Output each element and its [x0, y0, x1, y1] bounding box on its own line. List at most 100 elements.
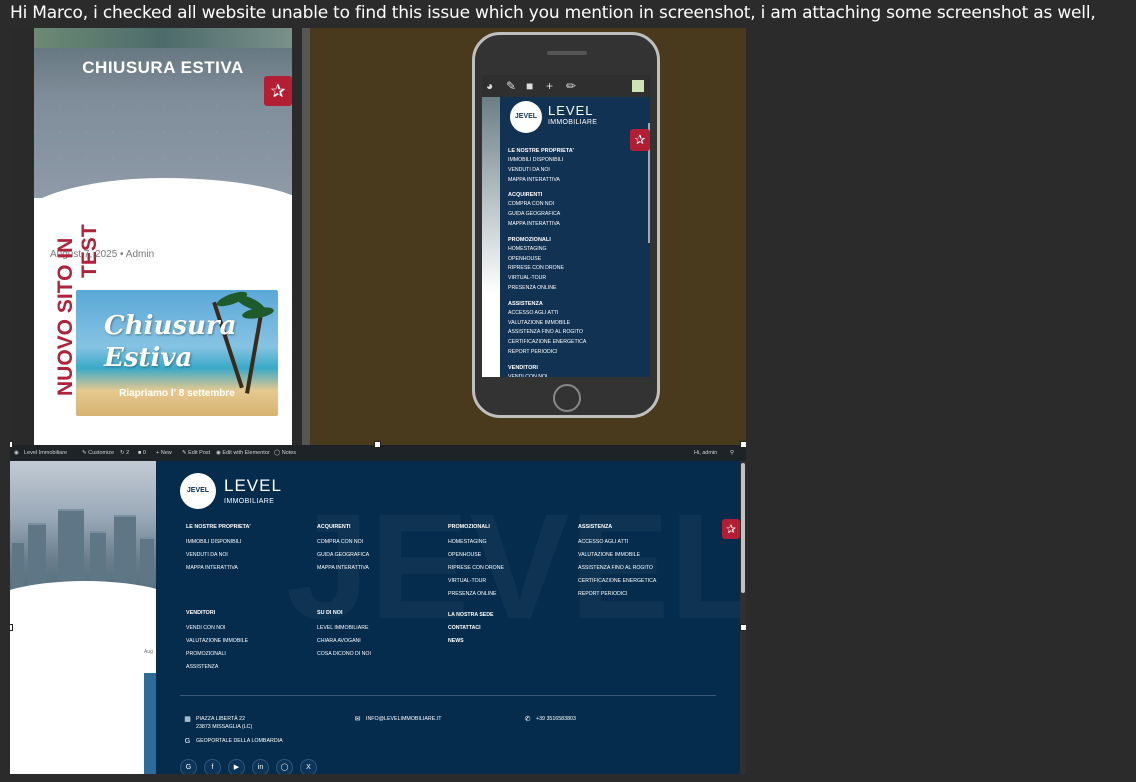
- hero-skyline: [34, 28, 292, 48]
- instagram-icon[interactable]: ◯: [276, 759, 293, 774]
- linkedin-icon[interactable]: in: [252, 759, 269, 774]
- avatar[interactable]: [632, 80, 644, 92]
- menu-item[interactable]: GUIDA GEOGRAFICA: [317, 549, 447, 562]
- comments-link[interactable]: ■ 0: [138, 450, 146, 456]
- menu-item[interactable]: VALUTAZIONE IMMOBILE: [578, 549, 708, 562]
- brush-icon[interactable]: ✎: [506, 79, 516, 93]
- accessibility-icon: ✰: [270, 81, 286, 101]
- menu-item[interactable]: MAPPA INTERATTIVA: [508, 220, 648, 230]
- edit-elementor-link[interactable]: ◉ Edit with Elementor: [216, 450, 270, 456]
- logo[interactable]: JEVEL: [180, 473, 216, 509]
- menu-item[interactable]: LA NOSTRA SEDE: [448, 609, 578, 622]
- wordpress-icon[interactable]: ◉: [14, 450, 19, 456]
- menu-item[interactable]: VALUTAZIONE IMMOBILE: [186, 635, 316, 648]
- resize-handle[interactable]: [10, 624, 13, 631]
- dashboard-icon[interactable]: ◕: [486, 79, 493, 93]
- facebook-icon[interactable]: f: [204, 759, 221, 774]
- menu-item[interactable]: CONTATTACI: [448, 622, 578, 635]
- edit-icon[interactable]: ✏: [566, 79, 576, 93]
- menu-column-heading: ASSISTENZA: [578, 524, 613, 530]
- menu-item[interactable]: IMMOBILI DISPONIBILI: [508, 156, 648, 166]
- youtube-icon[interactable]: ▶: [228, 759, 245, 774]
- logo[interactable]: JEVEL: [510, 101, 542, 133]
- featured-image[interactable]: Chiusura Estiva Riapriamo l' 8 settembre: [76, 290, 278, 416]
- building-icon: ▦: [184, 716, 191, 723]
- menu-item[interactable]: PRESENZA ONLINE: [508, 284, 648, 294]
- menu-item[interactable]: VIRTUAL-TOUR: [508, 274, 648, 284]
- menu-item[interactable]: PRESENZA ONLINE: [448, 588, 578, 601]
- menu-item[interactable]: IMMOBILI DISPONIBILI: [186, 536, 316, 549]
- menu-item[interactable]: COSA DICONO DI NOI: [317, 648, 447, 661]
- updates-link[interactable]: ↻ 2: [120, 450, 129, 456]
- attached-screenshot: CHIUSURA ESTIVA ✰ August 7, 2025 • Admin…: [10, 28, 746, 774]
- edit-post-link[interactable]: ✎ Edit Post: [182, 450, 210, 456]
- search-icon[interactable]: ⚲: [730, 450, 734, 456]
- menu-group-heading: ACQUIRENTI: [508, 192, 543, 199]
- desktop-menu-overlay: JEVEL JEVEL LEVEL IMMOBILIARE ✰ LE NOSTR…: [156, 461, 740, 774]
- email[interactable]: ✉ INFO@LEVELIMMOBILIARE.IT: [354, 715, 442, 723]
- menu-item[interactable]: MAPPA INTERATTIVA: [186, 562, 316, 575]
- featured-image-title: Chiusura Estiva: [104, 311, 237, 373]
- brand-name: LEVEL IMMOBILIARE: [224, 476, 282, 505]
- menu-item[interactable]: CERTIFICAZIONE ENERGETICA: [508, 338, 648, 348]
- menu-item[interactable]: GUIDA GEOGRAFICA: [508, 210, 648, 220]
- menu-item[interactable]: CERTIFICAZIONE ENERGETICA: [578, 575, 708, 588]
- menu-item[interactable]: HOMESTAGING: [448, 536, 578, 549]
- menu-item[interactable]: VENDUTI DA NOI: [186, 549, 316, 562]
- menu-item[interactable]: VIRTUAL-TOUR: [448, 575, 578, 588]
- mobile-menu-list: LE NOSTRE PROPRIETA' IMMOBILI DISPONIBILI…: [508, 141, 648, 377]
- menu-item[interactable]: VENDI CON NOI: [186, 622, 316, 635]
- divider: [180, 695, 716, 696]
- phone-icon: ✆: [524, 716, 531, 723]
- user-greeting[interactable]: Hi, admin: [694, 450, 717, 456]
- menu-item[interactable]: COMPRA CON NOI: [508, 200, 648, 210]
- add-icon[interactable]: +: [546, 79, 553, 93]
- x-icon[interactable]: X: [300, 759, 317, 774]
- menu-item[interactable]: VALUTAZIONE IMMOBILE: [508, 319, 648, 329]
- resize-handle[interactable]: [374, 441, 381, 448]
- menu-item[interactable]: ACCESSO AGLI ATTI: [508, 309, 648, 319]
- resize-handle[interactable]: [740, 441, 746, 448]
- menu-item[interactable]: REPORT PERIODICI: [578, 588, 708, 601]
- mobile-screenshots-panel: CHIUSURA ESTIVA ✰ August 7, 2025 • Admin…: [10, 28, 746, 445]
- menu-item[interactable]: LEVEL IMMOBILIARE: [317, 622, 447, 635]
- menu-item[interactable]: COMPRA CON NOI: [317, 536, 447, 549]
- phone[interactable]: ✆ +39 3516583803: [524, 715, 576, 723]
- test-stamp-line1: NUOVO SITO IN: [54, 237, 77, 396]
- menu-item[interactable]: OPENHOUSE: [508, 255, 648, 265]
- accessibility-button[interactable]: ✰: [264, 76, 292, 106]
- menu-item[interactable]: OPENHOUSE: [448, 549, 578, 562]
- menu-item[interactable]: ASSISTENZA FINO AL ROGITO: [508, 328, 648, 338]
- hero-title: CHIUSURA ESTIVA: [82, 58, 244, 77]
- menu-item[interactable]: RIPRESE CON DRONE: [448, 562, 578, 575]
- test-stamp-line2: TEST: [78, 224, 101, 278]
- google-icon[interactable]: G: [180, 759, 197, 774]
- menu-item[interactable]: VENDI CON NOI: [508, 373, 648, 377]
- menu-item[interactable]: ASSISTENZA FINO AL ROGITO: [578, 562, 708, 575]
- left-mobile-preview: CHIUSURA ESTIVA ✰ August 7, 2025 • Admin…: [10, 28, 310, 445]
- comment-icon[interactable]: ■: [526, 79, 533, 93]
- resize-handle[interactable]: [10, 441, 13, 448]
- menu-item[interactable]: PROMOZIONALI: [186, 648, 316, 661]
- menu-item[interactable]: CHIARA AVOGANI: [317, 635, 447, 648]
- site-name[interactable]: Level Immobiliare: [24, 450, 67, 456]
- menu-item[interactable]: MAPPA INTERATTIVA: [508, 176, 648, 186]
- menu-item[interactable]: HOMESTAGING: [508, 245, 648, 255]
- menu-group-heading: LE NOSTRE PROPRIETA': [508, 148, 574, 154]
- menu-item[interactable]: REPORT PERIODICI: [508, 348, 648, 358]
- menu-item[interactable]: ASSISTENZA: [186, 661, 316, 674]
- new-link[interactable]: + New: [156, 450, 172, 456]
- accessibility-button[interactable]: ✰: [630, 129, 650, 151]
- notes-link[interactable]: ◯ Notes: [274, 450, 296, 456]
- scrollbar[interactable]: [740, 461, 746, 774]
- desktop-screenshot: ◉ Level Immobiliare ✎ Customize ↻ 2 ■ 0 …: [10, 445, 746, 774]
- menu-item[interactable]: MAPPA INTERATTIVA: [317, 562, 447, 575]
- menu-item[interactable]: RIPRESE CON DRONE: [508, 264, 648, 274]
- accessibility-button[interactable]: ✰: [722, 519, 740, 539]
- menu-item[interactable]: ACCESSO AGLI ATTI: [578, 536, 708, 549]
- geoportal-link[interactable]: G GEOPORTALE DELLA LOMBARDIA: [184, 737, 283, 745]
- resize-handle[interactable]: [740, 624, 746, 631]
- customize-link[interactable]: ✎ Customize: [82, 450, 114, 456]
- menu-item[interactable]: VENDUTI DA NOI: [508, 166, 648, 176]
- menu-item[interactable]: NEWS: [448, 635, 578, 648]
